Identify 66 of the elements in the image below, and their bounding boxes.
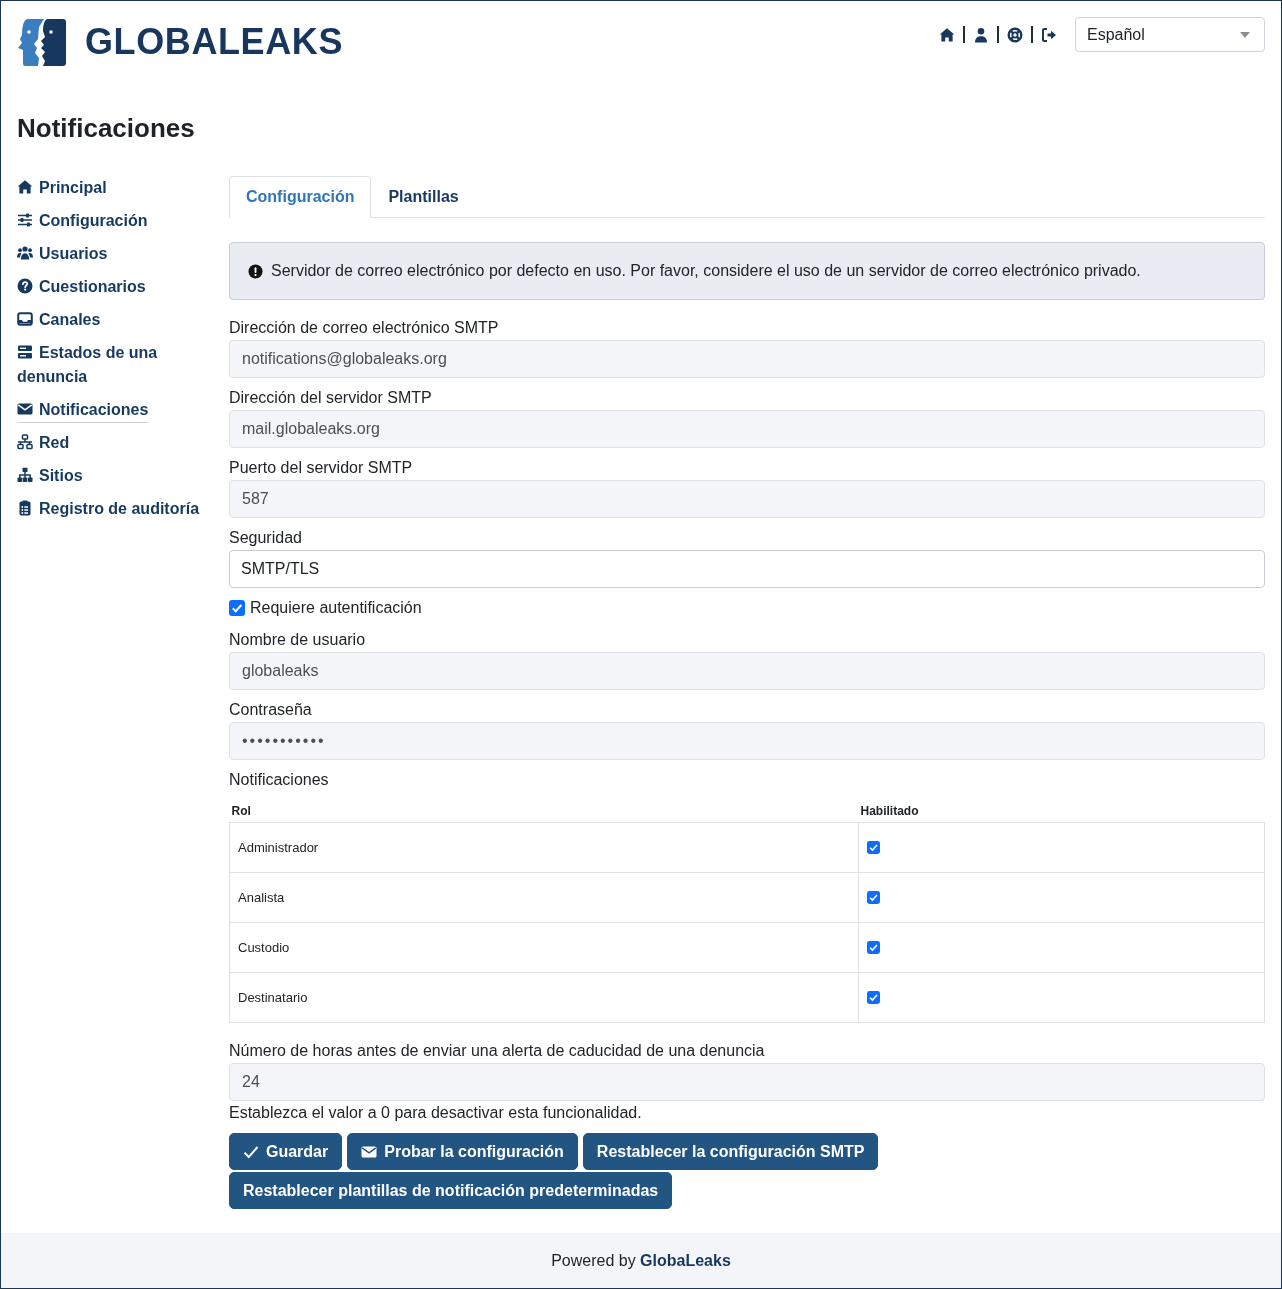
- sliders-icon: [17, 212, 33, 228]
- text-field[interactable]: notifications@globaleaks.org: [229, 340, 1265, 378]
- checkbox[interactable]: [867, 841, 880, 854]
- column-header: Rol: [231, 804, 251, 818]
- text-field[interactable]: 587: [229, 480, 1265, 518]
- logo-text: GLOBALEAKS: [85, 20, 343, 64]
- field-label: Seguridad: [229, 528, 302, 548]
- sidebar-link[interactable]: Configuración: [17, 209, 148, 234]
- checkbox-label: Requiere autentificación: [250, 598, 422, 618]
- select-field[interactable]: SMTP/TLS: [229, 550, 1265, 588]
- tab[interactable]: Plantillas: [371, 176, 476, 218]
- field-label: Dirección del servidor SMTP: [229, 388, 432, 408]
- checkbox[interactable]: [867, 941, 880, 954]
- network-icon: [17, 434, 33, 450]
- action-button[interactable]: Guardar: [229, 1133, 343, 1170]
- field-label: Notificaciones: [229, 770, 329, 790]
- sign-out-icon[interactable]: [1041, 26, 1057, 43]
- action-button[interactable]: Restablecer plantillas de notificación predeterminadas: [229, 1172, 673, 1209]
- alert-text: Servidor de correo electrónico por defecto en uso. Por favor, considere el uso de un servidor de correo electrónico privado.: [271, 261, 1141, 281]
- action-button[interactable]: Restablecer la configuración SMTP: [582, 1133, 879, 1170]
- home-icon[interactable]: [939, 26, 955, 43]
- checkbox[interactable]: [867, 891, 880, 904]
- users-icon: [17, 245, 33, 261]
- logo-icon: [17, 17, 67, 67]
- sitemap-icon: [17, 467, 33, 483]
- sidebar-link[interactable]: Usuarios: [17, 242, 108, 267]
- field-label: Puerto del servidor SMTP: [229, 458, 413, 478]
- table-cell: Destinatario: [229, 972, 859, 1023]
- clipboard-icon: [17, 500, 33, 516]
- user-icon[interactable]: [973, 26, 989, 43]
- help-text: Establezca el valor a 0 para desactivar esta funcionalidad.: [229, 1103, 642, 1123]
- sidebar-link[interactable]: Notificaciones: [17, 398, 149, 423]
- footer-text: Powered by GlobaLeaks: [551, 1251, 731, 1270]
- password-field[interactable]: •••••••••••: [229, 722, 1265, 760]
- field-label: Dirección de correo electrónico SMTP: [229, 318, 499, 338]
- sidebar-link[interactable]: Estados de una denuncia: [17, 341, 217, 390]
- field-label: Contraseña: [229, 700, 312, 720]
- text-field[interactable]: 24: [229, 1063, 1265, 1101]
- action-button[interactable]: Probar la configuración: [347, 1133, 578, 1170]
- server-icon: [17, 344, 33, 360]
- sidebar-link[interactable]: Cuestionarios: [17, 275, 146, 300]
- home-icon: [17, 179, 33, 195]
- sidebar-link[interactable]: Sitios: [17, 464, 83, 489]
- sidebar-link[interactable]: Principal: [17, 176, 107, 201]
- table-cell: Administrador: [229, 822, 859, 873]
- text-field[interactable]: mail.globaleaks.org: [229, 410, 1265, 448]
- table-cell: Custodio: [229, 922, 859, 973]
- sidebar-link[interactable]: Red: [17, 431, 70, 456]
- tab[interactable]: Configuración: [229, 176, 372, 218]
- exclamation-icon: [248, 263, 263, 279]
- field-label: Nombre de usuario: [229, 630, 366, 650]
- checkbox[interactable]: [229, 600, 245, 616]
- page-title: Notificaciones: [17, 112, 195, 144]
- inbox-icon: [17, 311, 33, 327]
- sidebar-link[interactable]: Canales: [17, 308, 101, 333]
- field-label: Número de horas antes de enviar una alerta de caducidad de una denuncia: [229, 1041, 765, 1061]
- question-icon: [17, 278, 33, 294]
- sidebar-link[interactable]: Registro de auditoría: [17, 497, 200, 522]
- lifebuoy-icon[interactable]: [1007, 26, 1023, 43]
- checkbox[interactable]: [867, 991, 880, 1004]
- text-field[interactable]: globaleaks: [229, 652, 1265, 690]
- language-select[interactable]: Español: [1075, 17, 1265, 52]
- column-header: Habilitado: [860, 804, 919, 818]
- envelope-icon: [17, 401, 33, 417]
- caret-icon: [1240, 31, 1250, 38]
- table-cell: Analista: [229, 872, 859, 923]
